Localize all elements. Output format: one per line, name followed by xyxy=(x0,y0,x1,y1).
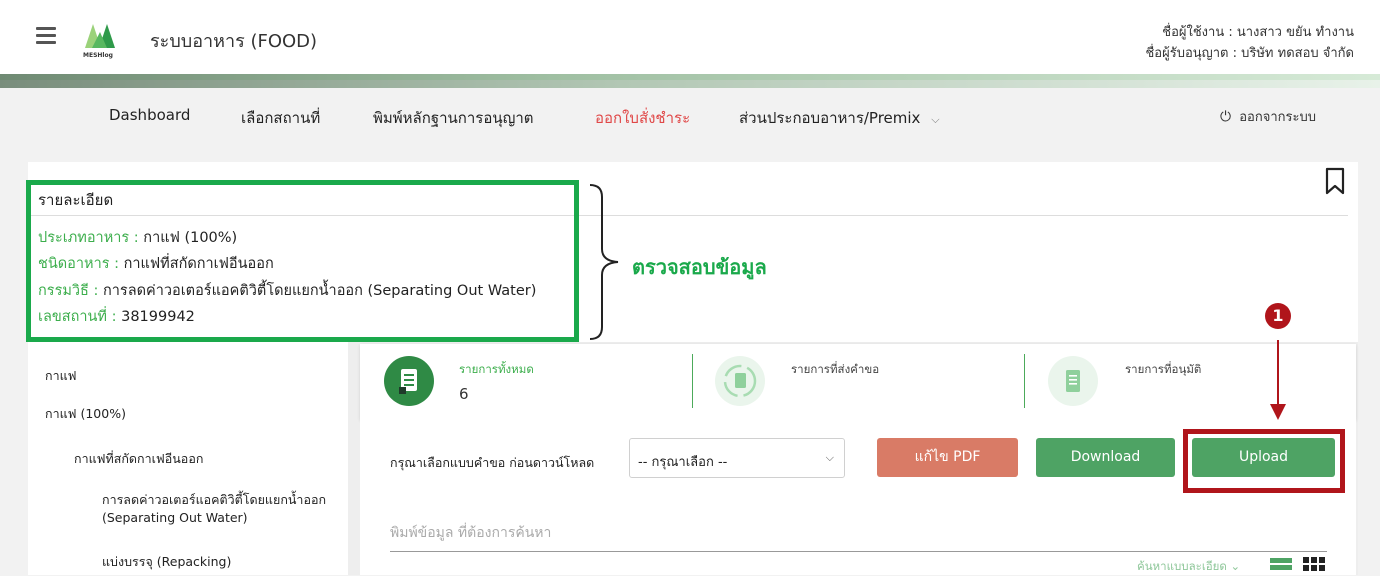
callout-number-badge: 1 xyxy=(1265,303,1291,329)
logout-label: ออกจากระบบ xyxy=(1239,110,1316,125)
category-sidebar: กาแฟ กาแฟ (100%) กาแฟที่สกัดกาเฟอีนออก ก… xyxy=(28,342,348,575)
meshlog-logo: MESHlog xyxy=(83,24,115,59)
sidebar-item-water-activity-en[interactable]: (Separating Out Water) xyxy=(102,510,248,525)
nav-select-location[interactable]: เลือกสถานที่ xyxy=(241,106,320,130)
header-accent-bar xyxy=(0,74,1380,88)
list-view-icon[interactable] xyxy=(1270,557,1292,571)
stat-divider xyxy=(1024,354,1025,408)
form-select-label: กรุณาเลือกแบบคำขอ ก่อนดาวน์โหลด xyxy=(390,455,595,470)
verify-highlight-box xyxy=(26,180,579,342)
approved-document-icon xyxy=(1048,356,1098,406)
refresh-document-icon xyxy=(715,356,765,406)
brace-annotation xyxy=(589,184,619,340)
user-info: ชื่อผู้ใช้งาน : นางสาว ขยัน ทำงาน ชื่อผู… xyxy=(1145,22,1354,64)
nav-ingredients-premix[interactable]: ส่วนประกอบอาหาร/Premix ⌵ xyxy=(739,106,940,130)
hamburger-menu-icon[interactable] xyxy=(36,27,56,45)
main-nav: Dashboard เลือกสถานที่ พิมพ์หลักฐานการอน… xyxy=(0,88,1380,144)
username-line: ชื่อผู้ใช้งาน : นางสาว ขยัน ทำงาน xyxy=(1162,25,1354,40)
chevron-down-icon: ⌵ xyxy=(825,451,834,464)
nav-ingredients-label: ส่วนประกอบอาหาร/Premix xyxy=(739,109,921,127)
document-icon xyxy=(384,356,434,406)
download-button[interactable]: Download xyxy=(1036,438,1175,477)
verify-annotation: ตรวจสอบข้อมูล xyxy=(632,255,767,279)
bookmark-icon[interactable] xyxy=(1325,167,1345,195)
form-select-value: -- กรุณาเลือก -- xyxy=(638,455,728,470)
logout-button[interactable]: ⏻ ออกจากระบบ xyxy=(1220,106,1316,127)
top-bar: MESHlog ระบบอาหาร (FOOD) ชื่อผู้ใช้งาน :… xyxy=(0,0,1380,74)
logo-text: MESHlog xyxy=(83,52,113,59)
sidebar-item-decaf[interactable]: กาแฟที่สกัดกาเฟอีนออก xyxy=(74,449,203,469)
stat-total-label: รายการทั้งหมด xyxy=(459,362,534,376)
sidebar-item-coffee-100[interactable]: กาแฟ (100%) xyxy=(45,404,126,424)
stat-approved-label: รายการที่อนุมัติ xyxy=(1125,362,1202,376)
search-input[interactable]: พิมพ์ข้อมูล ที่ต้องการค้นหา xyxy=(390,518,1327,552)
stat-total-value: 6 xyxy=(459,385,469,403)
callout-arrow xyxy=(1270,340,1286,420)
nav-payment-order[interactable]: ออกใบสั่งชำระ xyxy=(595,106,690,130)
nav-dashboard[interactable]: Dashboard xyxy=(109,106,190,124)
grid-view-icon[interactable] xyxy=(1303,557,1325,571)
stat-divider xyxy=(692,354,693,408)
stats-bar xyxy=(360,344,1356,420)
advanced-search-toggle[interactable]: ค้นหาแบบละเอียด ⌄ xyxy=(1137,558,1240,576)
upload-highlight-box xyxy=(1183,429,1345,493)
sidebar-item-coffee[interactable]: กาแฟ xyxy=(45,366,77,386)
stat-requested-label: รายการที่ส่งคำขอ xyxy=(791,362,880,376)
power-icon: ⏻ xyxy=(1220,109,1232,125)
nav-print-license[interactable]: พิมพ์หลักฐานการอนุญาต xyxy=(373,106,534,130)
form-type-select[interactable]: -- กรุณาเลือก -- ⌵ xyxy=(629,438,845,478)
edit-pdf-button[interactable]: แก้ไข PDF xyxy=(877,438,1018,477)
licensee-line: ชื่อผู้รับอนุญาต : บริษัท ทดสอบ จำกัด xyxy=(1145,46,1354,61)
app-title: ระบบอาหาร (FOOD) xyxy=(150,31,318,52)
sidebar-item-water-activity[interactable]: การลดค่าวอเตอร์แอคติวิตี้โดยแยกน้ำออก xyxy=(102,490,326,510)
sidebar-item-repacking[interactable]: แบ่งบรรจุ (Repacking) xyxy=(102,552,231,572)
chevron-down-icon: ⌵ xyxy=(931,113,940,126)
